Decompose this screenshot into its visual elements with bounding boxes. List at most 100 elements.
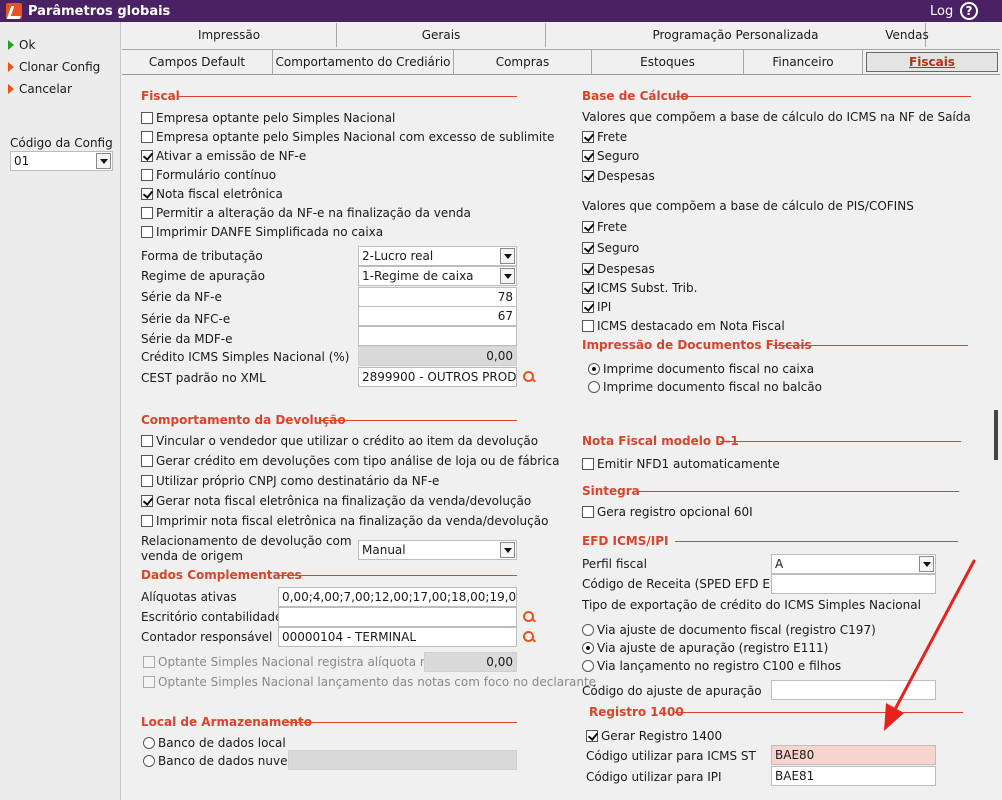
imprimir-nfe-devolucao-checkbox[interactable]: Imprimir nota fiscal eletrônica na final… bbox=[141, 514, 548, 528]
forma-tributacao-label: Forma de tributação bbox=[141, 249, 263, 263]
checkbox-box bbox=[141, 131, 153, 143]
tab-estoques[interactable]: Estoques bbox=[592, 50, 744, 74]
serie-nfce-input[interactable]: 67 bbox=[358, 306, 517, 326]
chevron-down-icon bbox=[500, 268, 515, 284]
search-icon[interactable] bbox=[522, 610, 536, 624]
via-ajuste-apuracao-radio[interactable]: Via ajuste de apuração (registro E111) bbox=[582, 641, 828, 655]
gerar-nfe-devolucao-checkbox[interactable]: Gerar nota fiscal eletrônica na finaliza… bbox=[141, 494, 531, 508]
pis-icms-destacado-checkbox[interactable]: ICMS destacado em Nota Fiscal bbox=[582, 319, 785, 333]
gerar-credito-checkbox[interactable]: Gerar crédito em devoluções com tipo aná… bbox=[141, 454, 560, 468]
checkbox-label: IPI bbox=[597, 300, 612, 314]
ok-button[interactable]: Ok bbox=[8, 38, 35, 52]
tab-gerais[interactable]: Gerais bbox=[337, 23, 546, 47]
codigo-ipi-label: Código utilizar para IPI bbox=[586, 770, 722, 784]
config-code-select[interactable]: 01 bbox=[10, 151, 113, 171]
danfe-simplificada-checkbox[interactable]: Imprimir DANFE Simplificada no caixa bbox=[141, 225, 383, 239]
icms-seguro-checkbox[interactable]: Seguro bbox=[582, 149, 639, 163]
radio-circle bbox=[582, 624, 594, 636]
imprime-balcao-radio[interactable]: Imprime documento fiscal no balcão bbox=[588, 380, 822, 394]
section-divider bbox=[675, 541, 958, 542]
scrollbar[interactable] bbox=[994, 410, 998, 460]
window-title: Parâmetros globais bbox=[28, 4, 171, 19]
radio-label: Banco de dados local bbox=[158, 736, 286, 750]
simples-nacional-checkbox[interactable]: Empresa optante pelo Simples Nacional bbox=[141, 111, 395, 125]
ativar-nfe-checkbox[interactable]: Ativar a emissão de NF-e bbox=[141, 149, 306, 163]
play-arrow-icon bbox=[8, 84, 14, 94]
pis-icms-st-checkbox[interactable]: ICMS Subst. Trib. bbox=[582, 281, 697, 295]
tab-comportamento-crediario[interactable]: Comportamento do Crediário bbox=[273, 50, 454, 74]
checkbox-box bbox=[141, 169, 153, 181]
nota-eletronica-checkbox[interactable]: Nota fiscal eletrônica bbox=[141, 187, 283, 201]
section-divider bbox=[676, 96, 971, 97]
checkbox-label: Vincular o vendedor que utilizar o crédi… bbox=[156, 434, 539, 448]
checkbox-label: Gerar Registro 1400 bbox=[601, 729, 723, 743]
icms-frete-checkbox[interactable]: Frete bbox=[582, 130, 627, 144]
emitir-nfd1-checkbox[interactable]: Emitir NFD1 automaticamente bbox=[582, 457, 780, 471]
search-icon[interactable] bbox=[522, 370, 536, 384]
banco-local-radio[interactable]: Banco de dados local bbox=[143, 736, 286, 750]
via-lancamento-c100-radio[interactable]: Via lançamento no registro C100 e filhos bbox=[582, 659, 841, 673]
forma-tributacao-select[interactable]: 2-Lucro real bbox=[358, 246, 517, 266]
clone-config-button[interactable]: Clonar Config bbox=[8, 60, 100, 74]
icms-desc-label: Valores que compõem a base de cálculo do… bbox=[582, 110, 971, 124]
radio-circle bbox=[143, 737, 155, 749]
optante-aliquota-checkbox: Optante Simples Nacional registra alíquo… bbox=[143, 655, 462, 669]
permitir-alteracao-checkbox[interactable]: Permitir a alteração da NF-e na finaliza… bbox=[141, 206, 471, 220]
icms-despesas-checkbox[interactable]: Despesas bbox=[582, 169, 655, 183]
checkbox-box bbox=[143, 676, 155, 688]
escritorio-input[interactable] bbox=[278, 607, 517, 627]
radio-label: Imprime documento fiscal no balcão bbox=[603, 380, 822, 394]
tab-compras[interactable]: Compras bbox=[454, 50, 592, 74]
serie-mdfe-input[interactable] bbox=[358, 326, 517, 346]
log-link[interactable]: Log bbox=[930, 4, 953, 19]
pis-ipi-checkbox[interactable]: IPI bbox=[582, 300, 611, 314]
search-icon[interactable] bbox=[522, 630, 536, 644]
via-ajuste-documento-radio[interactable]: Via ajuste de documento fiscal (registro… bbox=[582, 623, 876, 637]
pis-seguro-checkbox[interactable]: Seguro bbox=[582, 241, 639, 255]
checkbox-box bbox=[586, 730, 598, 742]
config-code-label: Código da Config bbox=[10, 136, 113, 150]
formulario-continuo-checkbox[interactable]: Formulário contínuo bbox=[141, 168, 276, 182]
checkbox-box bbox=[582, 170, 594, 182]
checkbox-box bbox=[582, 150, 594, 162]
codigo-receita-label: Código de Receita (SPED EFD E116) bbox=[582, 577, 798, 591]
gera-registro-60i-checkbox[interactable]: Gera registro opcional 60I bbox=[582, 505, 753, 519]
tab-fiscais[interactable]: Fiscais bbox=[866, 52, 998, 72]
checkbox-label: Empresa optante pelo Simples Nacional bbox=[156, 111, 396, 125]
codigo-icms-st-label: Código utilizar para ICMS ST bbox=[586, 749, 756, 763]
fiscal-section-title: Fiscal bbox=[141, 89, 180, 103]
contador-input[interactable]: 00000104 - TERMINAL bbox=[278, 627, 517, 647]
proprio-cnpj-checkbox[interactable]: Utilizar próprio CNPJ como destinatário … bbox=[141, 474, 439, 488]
tab-vendas[interactable]: Vendas bbox=[817, 23, 997, 47]
cancel-button[interactable]: Cancelar bbox=[8, 82, 72, 96]
checkbox-label: Nota fiscal eletrônica bbox=[156, 187, 283, 201]
imprime-caixa-radio[interactable]: Imprime documento fiscal no caixa bbox=[588, 362, 814, 376]
codigo-icms-st-input[interactable]: BAE80 bbox=[771, 745, 936, 765]
relacionamento-label-2: venda de origem bbox=[141, 549, 243, 563]
codigo-ipi-input[interactable]: BAE81 bbox=[771, 766, 936, 786]
regime-apuracao-select[interactable]: 1-Regime de caixa bbox=[358, 266, 517, 286]
checkbox-label: ICMS Subst. Trib. bbox=[597, 281, 698, 295]
tab-campos-default[interactable]: Campos Default bbox=[122, 50, 273, 74]
cest-input[interactable]: 2899900 - OUTROS PRODUTOS bbox=[358, 367, 517, 387]
help-icon[interactable]: ? bbox=[960, 2, 978, 20]
sublimite-checkbox[interactable]: Empresa optante pelo Simples Nacional co… bbox=[141, 130, 554, 144]
relacionamento-select[interactable]: Manual bbox=[358, 540, 517, 560]
tab-impressao[interactable]: Impressão bbox=[122, 23, 337, 47]
regime-apuracao-value: 1-Regime de caixa bbox=[362, 269, 474, 283]
vincular-vendedor-checkbox[interactable]: Vincular o vendedor que utilizar o crédi… bbox=[141, 434, 538, 448]
gerar-registro-1400-checkbox[interactable]: Gerar Registro 1400 bbox=[586, 729, 722, 743]
pis-frete-checkbox[interactable]: Frete bbox=[582, 220, 627, 234]
section-divider bbox=[178, 96, 517, 97]
tab-financeiro[interactable]: Financeiro bbox=[744, 50, 863, 74]
pis-despesas-checkbox[interactable]: Despesas bbox=[582, 262, 655, 276]
checkbox-box bbox=[582, 242, 594, 254]
registro-1400-section-title: Registro 1400 bbox=[589, 705, 684, 719]
checkbox-box bbox=[582, 506, 594, 518]
sidebar: Ok Clonar Config Cancelar Código da Conf… bbox=[0, 22, 121, 800]
checkbox-label: Gera registro opcional 60I bbox=[597, 505, 753, 519]
banco-nuvem-radio[interactable]: Banco de dados nuvem bbox=[143, 754, 299, 768]
serie-nfe-input[interactable]: 78 bbox=[358, 287, 517, 307]
aliquotas-input[interactable]: 0,00;4,00;7,00;12,00;17,00;18,00;19,00;2… bbox=[278, 587, 517, 607]
d1-section-title: Nota Fiscal modelo D-1 bbox=[582, 434, 739, 448]
